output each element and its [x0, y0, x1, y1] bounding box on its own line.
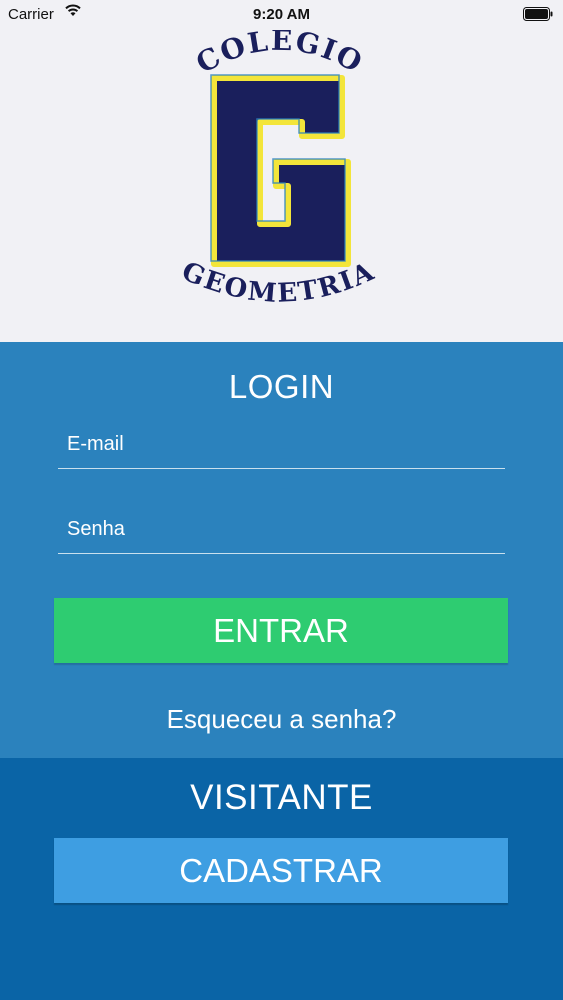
svg-text:COLÉGIO: COLÉGIO [191, 30, 370, 80]
password-field[interactable] [67, 509, 497, 549]
visitor-section: VISITANTE CADASTRAR [0, 758, 563, 1000]
status-time: 9:20 AM [253, 6, 310, 23]
email-field[interactable] [67, 424, 497, 464]
forgot-password-link[interactable]: Esqueceu a senha? [0, 704, 563, 735]
status-bar: Carrier 9:20 AM [0, 0, 563, 30]
cadastrar-button[interactable]: CADASTRAR [54, 838, 508, 903]
login-title: LOGIN [228, 368, 335, 405]
logo-area: COLÉGIO GEOMETRIA [0, 30, 563, 342]
colegio-geometria-logo: COLÉGIO GEOMETRIA [177, 30, 378, 309]
email-field-container [58, 424, 505, 469]
password-field-container [58, 509, 505, 554]
login-section: LOGIN ENTRAR Esqueceu a senha? [0, 342, 563, 758]
visitor-title: VISITANTE [190, 778, 373, 817]
battery-icon [523, 7, 553, 21]
entrar-button[interactable]: ENTRAR [54, 598, 508, 663]
